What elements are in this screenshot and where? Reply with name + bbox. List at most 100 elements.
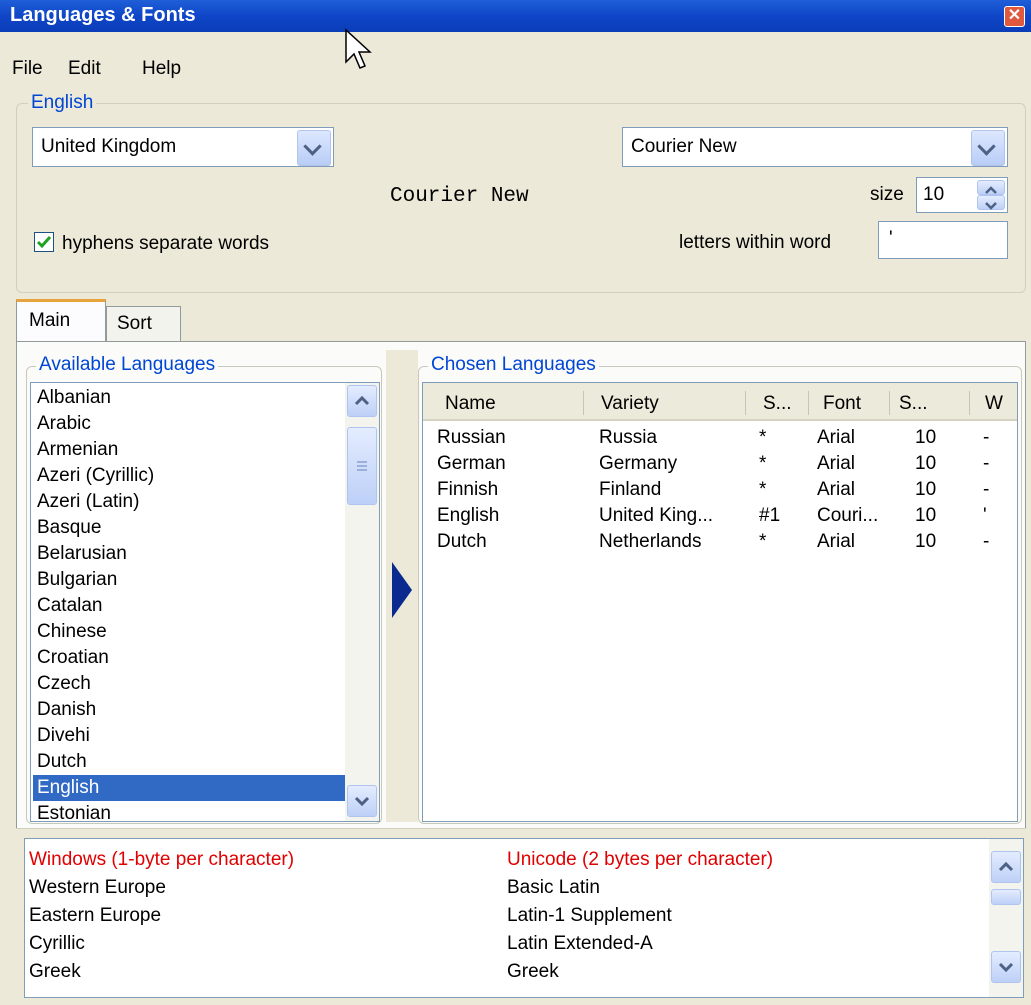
cell-variety: Germany	[599, 453, 678, 474]
cell-sort: *	[759, 427, 767, 448]
cell-font: Arial	[817, 479, 856, 500]
table-row[interactable]: German Germany * Arial 10 -	[423, 451, 1017, 477]
down-arrow-icon	[998, 962, 1014, 973]
list-item[interactable]: Czech	[33, 671, 347, 697]
cell-sort: *	[759, 453, 767, 474]
cell-font: Arial	[817, 531, 856, 552]
menu-edit[interactable]: Edit	[68, 58, 101, 80]
unicode-charset-item[interactable]: Basic Latin	[507, 875, 600, 901]
font-preview: Courier New	[390, 185, 529, 208]
charset-scrollbar[interactable]	[989, 839, 1023, 997]
list-item[interactable]: Azeri (Cyrillic)	[33, 463, 347, 489]
windows-charset-header: Windows (1-byte per character)	[29, 849, 295, 870]
mouse-cursor-icon	[345, 28, 372, 69]
add-language-arrow-icon[interactable]	[390, 560, 416, 620]
windows-charset-item[interactable]: Western Europe	[29, 875, 166, 901]
scroll-down-button[interactable]	[347, 785, 377, 817]
list-item[interactable]: Chinese	[33, 619, 347, 645]
variety-value: United Kingdom	[41, 136, 177, 157]
list-item[interactable]: English	[33, 775, 347, 801]
list-item[interactable]: Azeri (Latin)	[33, 489, 347, 515]
cell-sort: *	[759, 479, 767, 500]
variety-select[interactable]: United Kingdom	[32, 127, 334, 167]
list-item[interactable]: Belarusian	[33, 541, 347, 567]
grip-icon	[357, 461, 367, 471]
list-item[interactable]: Armenian	[33, 437, 347, 463]
list-item[interactable]: Arabic	[33, 411, 347, 437]
charset-scroll-down-button[interactable]	[991, 951, 1021, 983]
cell-sort: #1	[759, 505, 781, 526]
hyphens-checkbox[interactable]	[34, 232, 54, 252]
tab-main-label: Main	[29, 310, 71, 331]
up-arrow-icon	[998, 861, 1014, 872]
table-row[interactable]: Finnish Finland * Arial 10 -	[423, 477, 1017, 503]
column-sort[interactable]: S...	[763, 387, 792, 421]
unicode-charset-item[interactable]: Latin-1 Supplement	[507, 903, 672, 929]
size-up-button[interactable]	[977, 180, 1005, 195]
available-languages-list[interactable]: Albanian Arabic Armenian Azeri (Cyrillic) Az…	[30, 382, 380, 822]
cell-w: -	[983, 453, 990, 474]
cell-size: 10	[915, 427, 937, 448]
tab-main[interactable]: Main	[16, 299, 106, 343]
cell-size: 10	[915, 531, 937, 552]
column-w[interactable]: W	[985, 387, 1003, 421]
column-size[interactable]: S...	[899, 387, 928, 421]
variety-dropdown-button[interactable]	[297, 130, 331, 166]
list-item[interactable]: Catalan	[33, 593, 347, 619]
size-label: size	[870, 184, 904, 205]
list-item[interactable]: Dutch	[33, 749, 347, 775]
list-item[interactable]: Croatian	[33, 645, 347, 671]
letters-within-word-value: '	[889, 228, 893, 249]
windows-charset-item[interactable]: Cyrillic	[29, 931, 85, 957]
table-row[interactable]: Dutch Netherlands * Arial 10 -	[423, 529, 1017, 555]
table-header: Name Variety S... Font S... W	[423, 383, 1017, 421]
chosen-languages-label: Chosen Languages	[428, 354, 599, 376]
list-item[interactable]: Albanian	[33, 385, 347, 411]
cell-font: Arial	[817, 453, 856, 474]
list-item[interactable]: Estonian	[33, 801, 347, 821]
size-spinner[interactable]: 10	[916, 177, 1008, 213]
font-select[interactable]: Courier New	[622, 127, 1008, 167]
tab-sort[interactable]: Sort	[106, 306, 181, 342]
unicode-charset-item[interactable]: Latin Extended-A	[507, 931, 653, 957]
unicode-charset-header: Unicode (2 bytes per character)	[507, 849, 774, 870]
column-variety[interactable]: Variety	[601, 387, 659, 421]
hyphens-label: hyphens separate words	[62, 233, 270, 254]
cell-variety: Netherlands	[599, 531, 702, 552]
column-font[interactable]: Font	[823, 387, 861, 421]
table-row[interactable]: English United King... #1 Couri... 10 '	[423, 503, 1017, 529]
size-value: 10	[923, 184, 945, 205]
scroll-up-button[interactable]	[347, 385, 377, 417]
cell-variety: Finland	[599, 479, 662, 500]
cell-size: 10	[915, 453, 937, 474]
list-item[interactable]: Basque	[33, 515, 347, 541]
letters-within-word-input[interactable]: '	[878, 221, 1008, 259]
down-arrow-icon	[354, 796, 370, 807]
close-button[interactable]: ✕	[1004, 6, 1025, 27]
available-scrollbar[interactable]	[345, 383, 379, 821]
cell-w: -	[983, 531, 990, 552]
list-item[interactable]: Divehi	[33, 723, 347, 749]
table-row[interactable]: Russian Russia * Arial 10 -	[423, 425, 1017, 451]
windows-charset-item[interactable]: Greek	[29, 959, 81, 985]
scroll-thumb[interactable]	[347, 427, 377, 505]
charset-scroll-up-button[interactable]	[991, 851, 1021, 883]
title-bar[interactable]: Languages & Fonts ✕	[0, 0, 1031, 32]
settings-group-label: English	[28, 92, 97, 114]
list-item[interactable]: Danish	[33, 697, 347, 723]
cell-size: 10	[915, 479, 937, 500]
font-value: Courier New	[631, 136, 737, 157]
menu-file[interactable]: File	[12, 58, 43, 80]
font-dropdown-button[interactable]	[971, 130, 1005, 166]
list-item[interactable]: Bulgarian	[33, 567, 347, 593]
chevron-down-icon	[303, 137, 322, 156]
menu-help[interactable]: Help	[142, 58, 181, 80]
cell-font: Arial	[817, 427, 856, 448]
column-name[interactable]: Name	[445, 387, 496, 421]
charset-scroll-thumb[interactable]	[991, 889, 1021, 905]
size-down-button[interactable]	[977, 195, 1005, 210]
unicode-charset-item[interactable]: Greek	[507, 959, 559, 985]
windows-charset-item[interactable]: Eastern Europe	[29, 903, 161, 929]
charset-list[interactable]: Windows (1-byte per character) Unicode (…	[24, 838, 1024, 998]
chosen-languages-table[interactable]: Name Variety S... Font S... W Russian Rus…	[422, 382, 1018, 822]
